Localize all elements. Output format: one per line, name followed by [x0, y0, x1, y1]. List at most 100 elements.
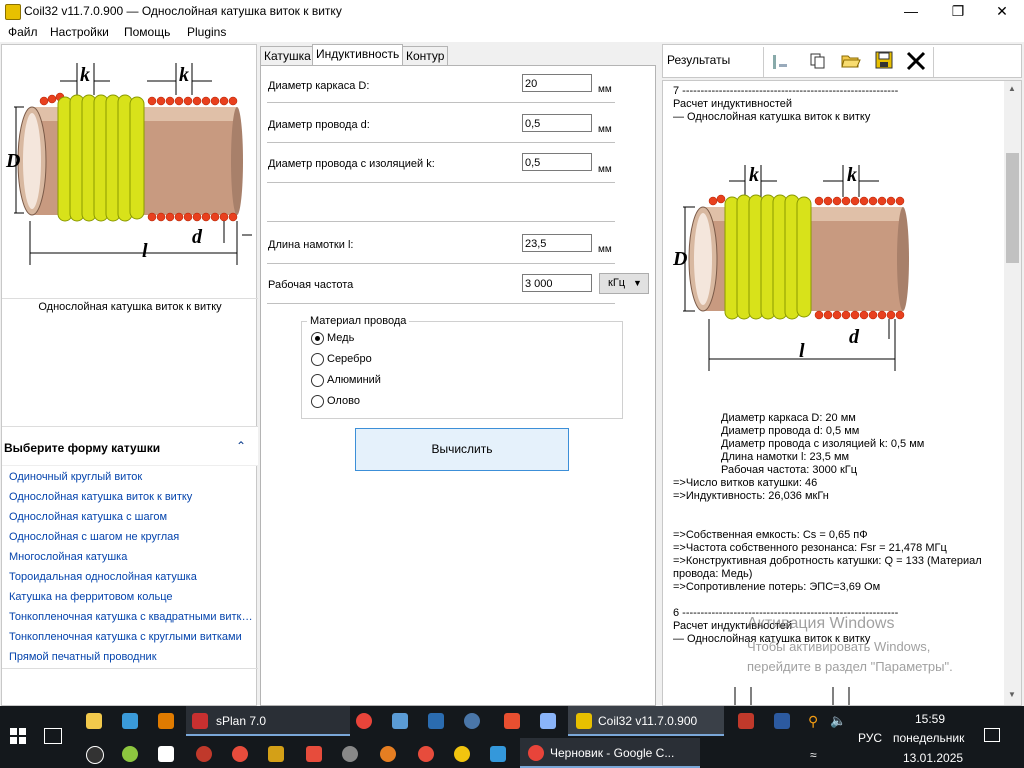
paint-icon[interactable]	[342, 746, 358, 762]
frequency-unit-select[interactable]: кГц ▼	[599, 273, 649, 294]
frequency-input[interactable]: 3 000	[522, 274, 592, 292]
radio-aluminum[interactable]	[311, 374, 324, 387]
calculator-icon[interactable]	[392, 713, 408, 729]
collapse-results-icon[interactable]	[771, 53, 789, 71]
shape-link[interactable]: Однослойная с шагом не круглая	[9, 531, 255, 543]
shape-section-title: Выберите форму катушки	[4, 441, 161, 455]
taskbar-chrome[interactable]: Черновик - Google C...	[520, 738, 700, 768]
shape-link[interactable]: Прямой печатный проводник	[9, 651, 255, 663]
watermark-line: Чтобы активировать Windows,	[747, 639, 931, 654]
result-param: Диаметр провода d: 0,5 мм	[721, 425, 860, 437]
calculate-button[interactable]: Вычислить	[355, 428, 569, 471]
result-line: — Однослойная катушка виток к витку	[673, 111, 871, 123]
app-icon-green[interactable]	[122, 746, 138, 762]
dim-k2-label: k	[847, 164, 857, 186]
result-param: Рабочая частота: 3000 кГц	[721, 464, 858, 476]
app-icon-pin[interactable]	[196, 746, 212, 762]
shape-link[interactable]: Однослойная катушка виток к витку	[9, 491, 255, 503]
dim-l-label: l	[142, 240, 148, 262]
notepad-icon[interactable]	[540, 713, 556, 729]
document-icon[interactable]	[158, 746, 174, 762]
maximize-button[interactable]: ❐	[935, 0, 981, 22]
coil32-icon	[576, 713, 592, 729]
network-icon[interactable]: ≈	[810, 748, 817, 762]
winding-length-input[interactable]: 23,5	[522, 234, 592, 252]
search-icon[interactable]: ⚲	[808, 713, 818, 730]
window-title: Coil32 v11.7.0.900 — Однослойная катушка…	[24, 4, 342, 18]
taskbar-coil32[interactable]: Coil32 v11.7.0.900	[568, 706, 724, 736]
chrome-icon[interactable]	[356, 713, 372, 729]
radio-tin-label[interactable]: Олово	[327, 395, 360, 407]
clear-icon[interactable]	[906, 51, 926, 71]
tab-inductance[interactable]: Индуктивность	[312, 44, 404, 66]
app-icon-red[interactable]	[738, 713, 754, 729]
open-folder-icon[interactable]	[841, 52, 861, 70]
menu-help[interactable]: Помощь	[124, 25, 170, 39]
menu-file[interactable]: Файл	[8, 25, 38, 39]
app-icon-bug[interactable]	[380, 746, 396, 762]
shape-link[interactable]: Катушка на ферритовом кольце	[9, 591, 255, 603]
insulated-wire-input[interactable]: 0,5	[522, 153, 592, 171]
task-view-icon[interactable]	[44, 728, 62, 744]
save-icon[interactable]	[875, 51, 893, 69]
results-scrollbar[interactable]: ▲ ▼	[1004, 81, 1021, 705]
shape-section-header[interactable]: Выберите форму катушки ⌃	[2, 427, 258, 466]
opera-icon[interactable]	[418, 746, 434, 762]
scroll-down-icon[interactable]: ▼	[1008, 690, 1016, 699]
wire-diameter-input[interactable]: 0,5	[522, 114, 592, 132]
copy-icon[interactable]	[809, 52, 827, 70]
app-icon-m[interactable]	[268, 746, 284, 762]
radio-aluminum-label[interactable]: Алюминий	[327, 374, 381, 386]
shape-link[interactable]: Однослойная катушка с шагом	[9, 511, 255, 523]
volume-icon[interactable]: 🔈	[830, 713, 846, 729]
file-explorer-icon[interactable]	[86, 713, 102, 729]
result-line: 7 --------------------------------------…	[673, 85, 899, 97]
taskbar-splan[interactable]: sPlan 7.0	[186, 706, 350, 736]
computer-icon[interactable]	[122, 713, 138, 729]
radio-copper[interactable]	[311, 332, 324, 345]
cortana-icon[interactable]	[86, 746, 104, 764]
radio-silver[interactable]	[311, 353, 324, 366]
radio-tin[interactable]	[311, 395, 324, 408]
unit-label: мм	[598, 124, 612, 135]
menu-plugins[interactable]: Plugins	[187, 25, 226, 39]
wire-diameter-label: Диаметр провода d:	[268, 119, 370, 131]
result-value: =>Собственная емкость: Cs = 0,65 пФ	[673, 529, 868, 541]
collapse-icon[interactable]: ⌃	[236, 439, 246, 453]
scroll-thumb[interactable]	[1006, 153, 1019, 263]
language-indicator[interactable]: РУС	[858, 731, 882, 745]
result-param: Диаметр каркаса D: 20 мм	[721, 412, 856, 424]
shape-link[interactable]: Тонкопленочная катушка с квадратными вит…	[9, 611, 255, 623]
coil-caption: Однослойная катушка виток к витку	[38, 301, 222, 313]
shape-link[interactable]: Тонкопленочная катушка с круглыми виткам…	[9, 631, 255, 643]
dim-d-label: d	[849, 326, 860, 348]
frame-diameter-input[interactable]: 20	[522, 74, 592, 92]
scroll-up-icon[interactable]: ▲	[1008, 84, 1016, 93]
app-icon-blue[interactable]	[774, 713, 790, 729]
app-icon-grid[interactable]	[504, 713, 520, 729]
app-icon-chart[interactable]	[306, 746, 322, 762]
tab-coil[interactable]: Катушка	[260, 46, 315, 65]
results-label: Результаты	[667, 53, 731, 67]
vk-icon[interactable]	[464, 713, 480, 729]
radio-copper-label[interactable]: Медь	[327, 332, 354, 344]
left-divider	[2, 668, 258, 669]
dim-k2-label: k	[179, 64, 189, 86]
app-icon-orange[interactable]	[158, 713, 174, 729]
app-icon-window[interactable]	[490, 746, 506, 762]
shape-link[interactable]: Тороидальная однослойная катушка	[9, 571, 255, 583]
windows-start-icon[interactable]	[10, 728, 26, 744]
radio-silver-label[interactable]: Серебро	[327, 353, 372, 365]
yandex-icon[interactable]	[232, 746, 248, 762]
clock-time[interactable]: 15:59	[915, 712, 945, 726]
chrome-icon	[528, 745, 544, 761]
minimize-button[interactable]: —	[888, 0, 934, 22]
menu-settings[interactable]: Настройки	[50, 25, 109, 39]
shape-link[interactable]: Одиночный круглый виток	[9, 471, 255, 483]
notifications-icon[interactable]	[984, 728, 1000, 742]
close-button[interactable]: ✕	[979, 0, 1024, 22]
tab-circuit[interactable]: Контур	[402, 46, 449, 65]
shape-link[interactable]: Многослойная катушка	[9, 551, 255, 563]
app-icon-yellow[interactable]	[454, 746, 470, 762]
word-icon[interactable]	[428, 713, 444, 729]
